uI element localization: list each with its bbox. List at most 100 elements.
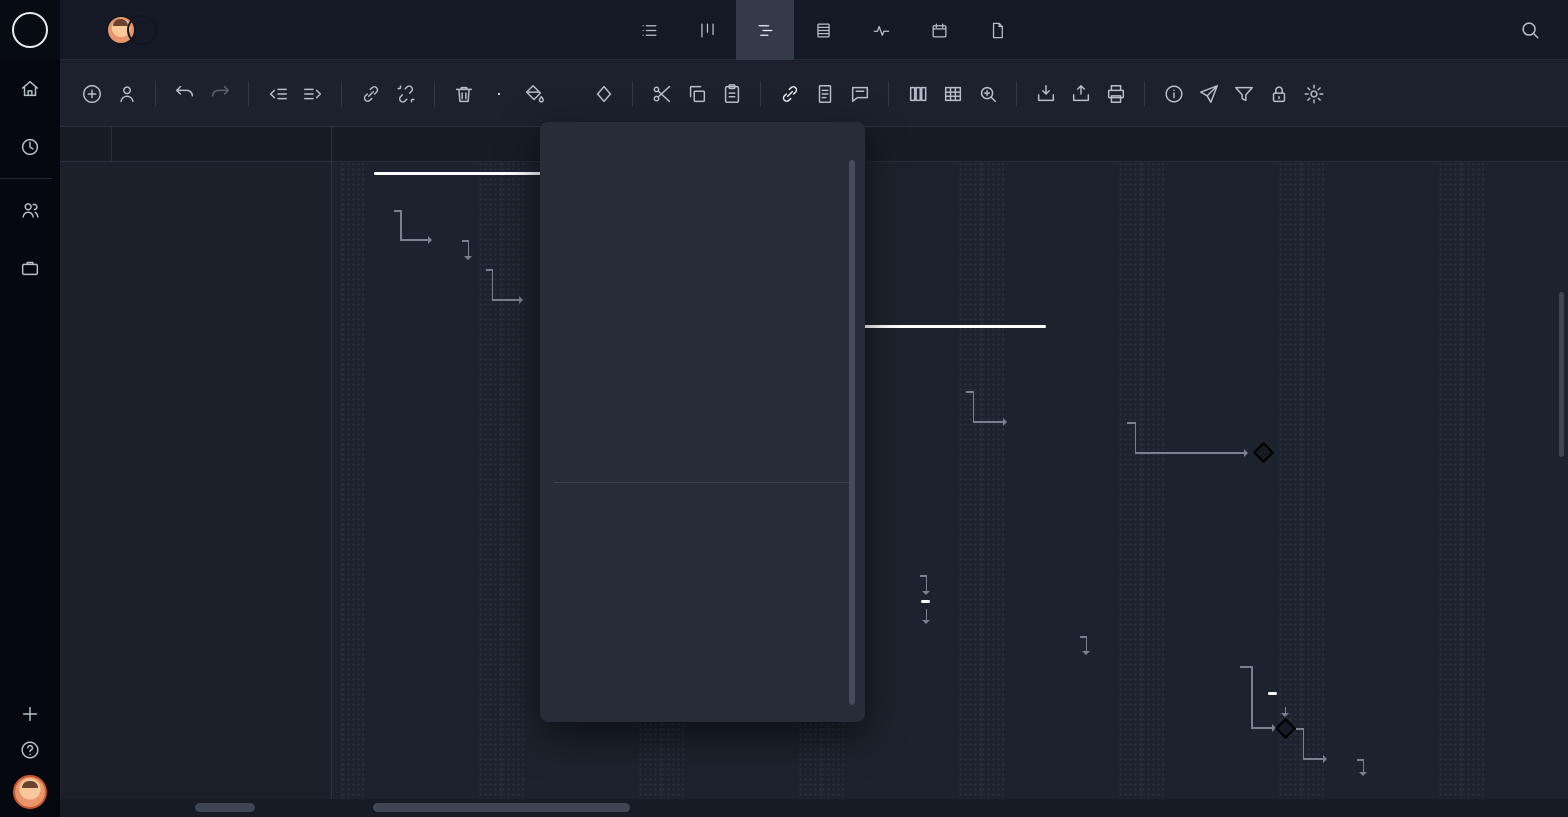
unlink-icon: [395, 83, 417, 105]
list-view-icon: [640, 21, 659, 40]
release-landing-pages-bar[interactable]: [1333, 748, 1357, 769]
lock-button[interactable]: [1261, 76, 1296, 111]
tab-gantt-view[interactable]: [736, 0, 794, 60]
rail-divider: [0, 178, 52, 179]
search-button[interactable]: [1508, 0, 1552, 60]
column-header-all[interactable]: [60, 127, 112, 161]
toolbar-divider: [632, 81, 633, 107]
add-task-icon: [81, 83, 103, 105]
build-ads-bar[interactable]: [1080, 656, 1240, 679]
tab-board-view[interactable]: [678, 0, 736, 60]
vertical-scrollbar[interactable]: [1559, 292, 1564, 457]
export-button[interactable]: [1063, 76, 1098, 111]
nav-team[interactable]: [0, 181, 60, 239]
dialog-scrollbar[interactable]: [849, 160, 855, 705]
task-rows: [60, 162, 331, 799]
define-kpis-bar[interactable]: [368, 197, 394, 220]
gantt-label-publish-blogs: [1390, 774, 1408, 799]
info-button[interactable]: [1156, 76, 1191, 111]
tab-calendar-view[interactable]: [910, 0, 968, 60]
left-nav-rail: [0, 0, 60, 817]
publish-blogs-bar[interactable]: [1355, 778, 1379, 799]
table-button[interactable]: [935, 76, 970, 111]
tab-activity-view[interactable]: [852, 0, 910, 60]
zoom-button[interactable]: [970, 76, 1005, 111]
define-budget-bar[interactable]: [460, 258, 486, 281]
number-format-button[interactable]: [551, 76, 586, 111]
tab-document-view[interactable]: [968, 0, 1026, 60]
insert-column-button[interactable]: [900, 76, 935, 111]
comment-button[interactable]: [842, 76, 877, 111]
link-tasks-button[interactable]: [353, 76, 388, 111]
indent-button[interactable]: [295, 76, 330, 111]
review-milestone-diamond[interactable]: [1253, 442, 1274, 463]
dialog-divider: [554, 482, 851, 483]
view-switcher: [620, 0, 1026, 60]
delete-button[interactable]: [446, 76, 481, 111]
scissors-icon: [651, 83, 673, 105]
paste-button[interactable]: [714, 76, 749, 111]
import-icon: [1035, 83, 1057, 105]
evaluate-customer-bar[interactable]: [436, 227, 462, 250]
define-strategy-bar[interactable]: [918, 625, 1080, 648]
print-button[interactable]: [1098, 76, 1133, 111]
outdent-button[interactable]: [260, 76, 295, 111]
calendar-view-icon: [930, 21, 949, 40]
clock-icon: [19, 136, 41, 158]
gantt-label-define-kpis: [404, 193, 422, 224]
cut-button[interactable]: [644, 76, 679, 111]
activity-view-icon: [872, 21, 891, 40]
board-view-icon: [698, 21, 717, 40]
clipboard-icon: [721, 83, 743, 105]
gantt-h-scrollbar[interactable]: [373, 803, 630, 812]
export-icon: [1070, 83, 1092, 105]
settings-button[interactable]: [1296, 76, 1331, 111]
import-button[interactable]: [1028, 76, 1063, 111]
user-avatar[interactable]: [13, 775, 47, 809]
build-landing-pages-bar[interactable]: [1012, 411, 1127, 434]
paint-bucket-icon: [523, 83, 545, 105]
milestone-button[interactable]: [586, 76, 621, 111]
font-color-button[interactable]: [481, 76, 516, 111]
pm-logo-icon: [12, 12, 48, 48]
gantt-body: [332, 162, 1568, 799]
tab-list-view[interactable]: [620, 0, 678, 60]
fill-color-button[interactable]: [516, 76, 551, 111]
unlink-tasks-button[interactable]: [388, 76, 423, 111]
assign-person-icon: [116, 83, 138, 105]
comment-icon: [849, 83, 871, 105]
indent-icon: [302, 83, 324, 105]
tab-sheet-view[interactable]: [794, 0, 852, 60]
column-header-task-name[interactable]: [112, 127, 331, 161]
attach-link-button[interactable]: [772, 76, 807, 111]
add-task-button[interactable]: [74, 76, 109, 111]
gantt-chart: [332, 127, 1568, 799]
zoom-in-icon: [977, 83, 999, 105]
gantt-label-creative: [1280, 315, 1298, 346]
gantt-label-evaluate: [472, 223, 481, 254]
notes-icon: [814, 83, 836, 105]
lock-icon: [1268, 83, 1290, 105]
copy-button[interactable]: [679, 76, 714, 111]
member-avatar-gp[interactable]: [127, 15, 157, 45]
send-icon: [1198, 83, 1220, 105]
undo-button[interactable]: [167, 76, 202, 111]
member-avatars[interactable]: [106, 15, 157, 45]
share-button[interactable]: [1191, 76, 1226, 111]
add-icon[interactable]: [19, 703, 41, 725]
nav-portfolio[interactable]: [0, 239, 60, 297]
nav-home[interactable]: [0, 60, 60, 118]
assign-button[interactable]: [109, 76, 144, 111]
tasklist-h-scrollbar[interactable]: [195, 803, 255, 812]
toolbar-divider: [434, 81, 435, 107]
gantt-label-seo: [934, 468, 952, 499]
sheet-view-icon: [814, 21, 833, 40]
redo-button[interactable]: [202, 76, 237, 111]
filter-button[interactable]: [1226, 76, 1261, 111]
app-logo[interactable]: [0, 0, 60, 60]
gear-icon: [1303, 83, 1325, 105]
color-picker-dialog: [540, 122, 865, 722]
nav-recent[interactable]: [0, 118, 60, 176]
notes-button[interactable]: [807, 76, 842, 111]
help-icon[interactable]: [19, 739, 41, 761]
